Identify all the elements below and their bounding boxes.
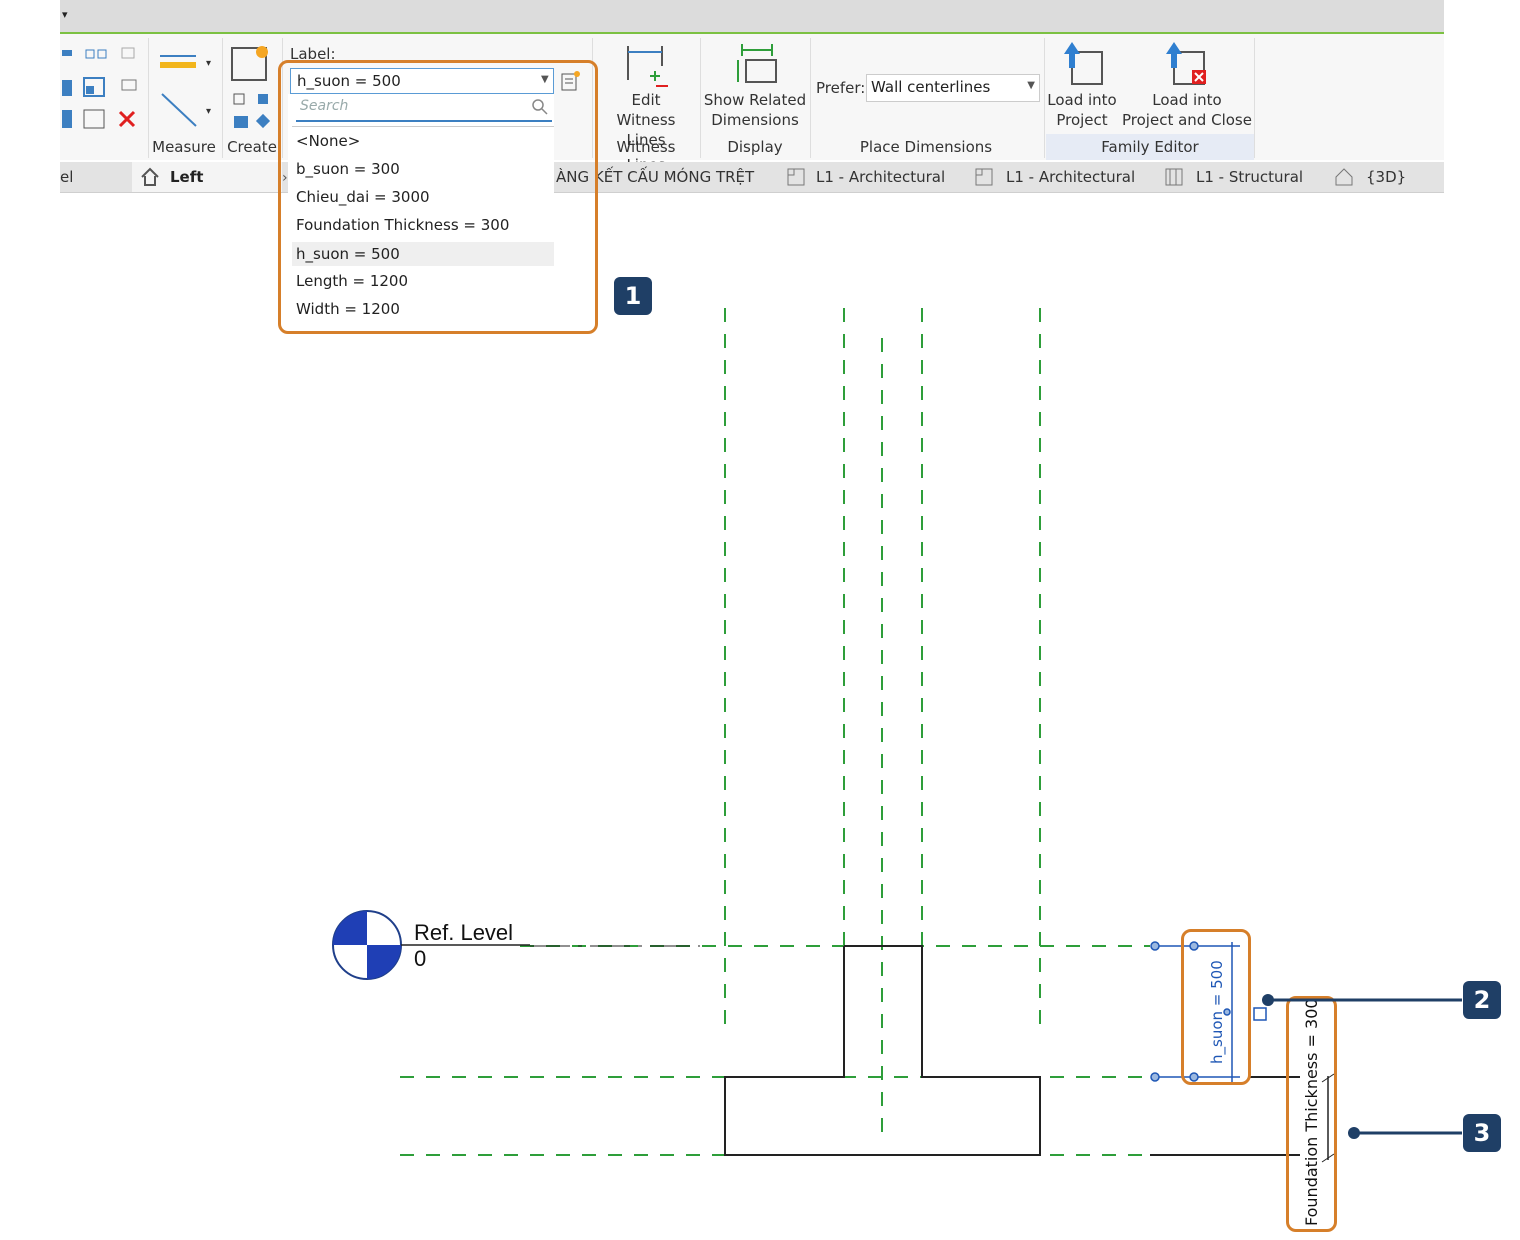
tab-left[interactable]: Left — [132, 162, 282, 192]
quick-access-bar: ▾ — [60, 0, 1444, 34]
measure-label: Measure — [152, 138, 216, 156]
edit-witness-lines-icon[interactable] — [622, 40, 672, 92]
panel-place-dimensions: Place Dimensions — [859, 138, 993, 156]
ref-level-name: Ref. Level — [414, 920, 514, 945]
ref-level-value: 0 — [414, 946, 427, 971]
structural-plan-icon — [1165, 168, 1183, 186]
tab-l1-architectural-1[interactable]: L1 - Architectural — [816, 168, 945, 186]
ribbon: ▾ ▾ Measure Create Label: Edit Witness L… — [60, 34, 1444, 174]
show-related-dimensions-icon[interactable] — [732, 40, 782, 92]
tab-l1-structural[interactable]: L1 - Structural — [1196, 168, 1303, 186]
show-related-label-2: Dimensions — [711, 111, 799, 129]
chevron-down-icon: ▼ — [1027, 80, 1035, 91]
home-icon — [141, 167, 159, 186]
load-into-project-icon[interactable] — [1060, 40, 1110, 90]
view-tabs-bar: el Left ÀNG KẾT CẤU MÓNG TRỆT L1 - Archi… — [60, 162, 1444, 193]
prefer-value: Wall centerlines — [871, 78, 991, 96]
tab-left-label: Left — [170, 168, 204, 186]
measure-icon[interactable]: ▾ ▾ — [156, 42, 216, 132]
level-head-icon — [332, 910, 700, 980]
tab-3d[interactable]: {3D} — [1366, 168, 1406, 186]
tab-l1-architectural-2[interactable]: L1 - Architectural — [1006, 168, 1135, 186]
3d-view-icon — [1335, 168, 1353, 186]
load-into-label-2: Project — [1056, 111, 1108, 129]
modify-tools-icons[interactable] — [60, 40, 144, 132]
floor-plan-icon — [787, 168, 805, 186]
callout-leaders — [1262, 994, 1462, 1139]
load-into-label-1: Load into — [1047, 91, 1117, 109]
svg-text:▾: ▾ — [206, 106, 211, 117]
svg-text:▾: ▾ — [206, 58, 211, 69]
prefer-label: Prefer: — [816, 79, 866, 97]
panel-family-editor: Family Editor — [1101, 138, 1199, 156]
load-close-label-1: Load into — [1152, 91, 1222, 109]
floor-plan-icon — [975, 168, 993, 186]
tab-truncated[interactable]: el — [60, 168, 73, 186]
create-icon[interactable] — [228, 40, 278, 132]
load-close-label-2: Project and Close — [1122, 111, 1252, 129]
callout-highlight-2 — [1181, 929, 1251, 1085]
load-into-project-and-close-icon[interactable] — [1162, 40, 1212, 90]
prefer-select[interactable]: Wall centerlines ▼ — [866, 74, 1040, 102]
dropdown-arrow-icon[interactable]: ▾ — [62, 8, 68, 21]
panel-display: Display — [727, 138, 783, 156]
callout-badge-2: 2 — [1463, 981, 1501, 1019]
create-label: Create — [227, 138, 277, 156]
callout-badge-3: 3 — [1463, 1114, 1501, 1152]
show-related-label-1: Show Related — [703, 91, 807, 109]
edit-witness-label-1: Edit — [631, 91, 661, 109]
